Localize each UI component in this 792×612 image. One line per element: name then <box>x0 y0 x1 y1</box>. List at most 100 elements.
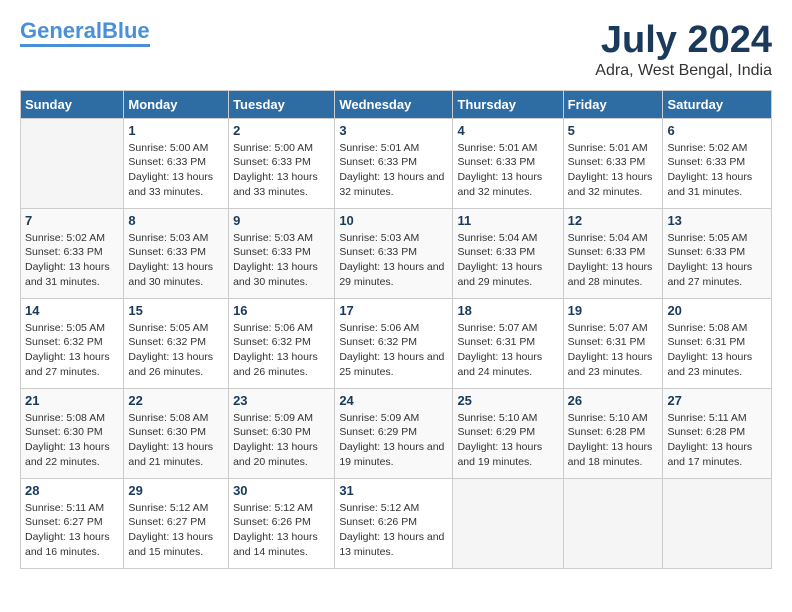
day-info: Sunrise: 5:09 AMSunset: 6:30 PMDaylight:… <box>233 411 330 470</box>
day-number: 21 <box>25 393 119 408</box>
calendar-cell: 2 Sunrise: 5:00 AMSunset: 6:33 PMDaylight… <box>229 118 335 208</box>
week-row-4: 21 Sunrise: 5:08 AMSunset: 6:30 PMDayligh… <box>21 388 772 478</box>
day-info: Sunrise: 5:11 AMSunset: 6:27 PMDaylight:… <box>25 501 119 560</box>
day-info: Sunrise: 5:04 AMSunset: 6:33 PMDaylight:… <box>568 231 659 290</box>
week-row-1: 1 Sunrise: 5:00 AMSunset: 6:33 PMDaylight… <box>21 118 772 208</box>
calendar-cell: 1 Sunrise: 5:00 AMSunset: 6:33 PMDaylight… <box>124 118 229 208</box>
day-number: 31 <box>339 483 448 498</box>
calendar-cell: 8 Sunrise: 5:03 AMSunset: 6:33 PMDaylight… <box>124 208 229 298</box>
day-number: 8 <box>128 213 224 228</box>
day-number: 13 <box>667 213 767 228</box>
header-row: SundayMondayTuesdayWednesdayThursdayFrid… <box>21 90 772 118</box>
calendar-cell: 14 Sunrise: 5:05 AMSunset: 6:32 PMDayligh… <box>21 298 124 388</box>
day-number: 11 <box>457 213 558 228</box>
day-info: Sunrise: 5:12 AMSunset: 6:27 PMDaylight:… <box>128 501 224 560</box>
day-number: 6 <box>667 123 767 138</box>
day-info: Sunrise: 5:10 AMSunset: 6:28 PMDaylight:… <box>568 411 659 470</box>
calendar-cell <box>453 478 563 568</box>
calendar-cell: 7Sunrise: 5:02 AMSunset: 6:33 PMDaylight… <box>21 208 124 298</box>
calendar-cell <box>21 118 124 208</box>
calendar-cell: 28 Sunrise: 5:11 AMSunset: 6:27 PMDayligh… <box>21 478 124 568</box>
calendar-cell: 3 Sunrise: 5:01 AMSunset: 6:33 PMDaylight… <box>335 118 453 208</box>
column-header-friday: Friday <box>563 90 663 118</box>
day-info: Sunrise: 5:04 AMSunset: 6:33 PMDaylight:… <box>457 231 558 290</box>
day-number: 19 <box>568 303 659 318</box>
page-header: GeneralBlue July 2024 Adra, West Bengal,… <box>20 20 772 80</box>
day-number: 20 <box>667 303 767 318</box>
day-info: Sunrise: 5:00 AMSunset: 6:33 PMDaylight:… <box>233 141 330 200</box>
day-info: Sunrise: 5:08 AMSunset: 6:31 PMDaylight:… <box>667 321 767 380</box>
location: Adra, West Bengal, India <box>595 62 772 80</box>
calendar-cell: 31 Sunrise: 5:12 AMSunset: 6:26 PMDayligh… <box>335 478 453 568</box>
day-info: Sunrise: 5:03 AMSunset: 6:33 PMDaylight:… <box>128 231 224 290</box>
month-year: July 2024 <box>595 20 772 62</box>
calendar-cell: 15Sunrise: 5:05 AMSunset: 6:32 PMDayligh… <box>124 298 229 388</box>
day-info: Sunrise: 5:05 AMSunset: 6:32 PMDaylight:… <box>25 321 119 380</box>
day-info: Sunrise: 5:05 AMSunset: 6:33 PMDaylight:… <box>667 231 767 290</box>
day-number: 23 <box>233 393 330 408</box>
day-info: Sunrise: 5:08 AMSunset: 6:30 PMDaylight:… <box>25 411 119 470</box>
day-number: 22 <box>128 393 224 408</box>
day-number: 14 <box>25 303 119 318</box>
calendar-cell: 9Sunrise: 5:03 AMSunset: 6:33 PMDaylight… <box>229 208 335 298</box>
day-number: 12 <box>568 213 659 228</box>
day-info: Sunrise: 5:01 AMSunset: 6:33 PMDaylight:… <box>339 141 448 200</box>
logo-blue: Blue <box>102 18 150 43</box>
day-info: Sunrise: 5:06 AMSunset: 6:32 PMDaylight:… <box>233 321 330 380</box>
day-number: 26 <box>568 393 659 408</box>
week-row-3: 14 Sunrise: 5:05 AMSunset: 6:32 PMDayligh… <box>21 298 772 388</box>
week-row-5: 28 Sunrise: 5:11 AMSunset: 6:27 PMDayligh… <box>21 478 772 568</box>
calendar-cell: 20 Sunrise: 5:08 AMSunset: 6:31 PMDayligh… <box>663 298 772 388</box>
column-header-saturday: Saturday <box>663 90 772 118</box>
day-number: 30 <box>233 483 330 498</box>
day-info: Sunrise: 5:12 AMSunset: 6:26 PMDaylight:… <box>233 501 330 560</box>
calendar-cell: 16 Sunrise: 5:06 AMSunset: 6:32 PMDayligh… <box>229 298 335 388</box>
day-info: Sunrise: 5:00 AMSunset: 6:33 PMDaylight:… <box>128 141 224 200</box>
calendar-cell <box>563 478 663 568</box>
calendar-cell: 22Sunrise: 5:08 AMSunset: 6:30 PMDayligh… <box>124 388 229 478</box>
calendar-cell: 25 Sunrise: 5:10 AMSunset: 6:29 PMDayligh… <box>453 388 563 478</box>
calendar-cell: 26 Sunrise: 5:10 AMSunset: 6:28 PMDayligh… <box>563 388 663 478</box>
day-number: 3 <box>339 123 448 138</box>
calendar-table: SundayMondayTuesdayWednesdayThursdayFrid… <box>20 90 772 569</box>
logo-text: GeneralBlue <box>20 20 150 42</box>
day-info: Sunrise: 5:03 AMSunset: 6:33 PMDaylight:… <box>339 231 448 290</box>
calendar-cell: 23 Sunrise: 5:09 AMSunset: 6:30 PMDayligh… <box>229 388 335 478</box>
day-number: 18 <box>457 303 558 318</box>
calendar-cell: 17Sunrise: 5:06 AMSunset: 6:32 PMDayligh… <box>335 298 453 388</box>
column-header-wednesday: Wednesday <box>335 90 453 118</box>
day-info: Sunrise: 5:11 AMSunset: 6:28 PMDaylight:… <box>667 411 767 470</box>
day-number: 15 <box>128 303 224 318</box>
day-number: 27 <box>667 393 767 408</box>
title-block: July 2024 Adra, West Bengal, India <box>595 20 772 80</box>
calendar-cell: 10Sunrise: 5:03 AMSunset: 6:33 PMDayligh… <box>335 208 453 298</box>
column-header-tuesday: Tuesday <box>229 90 335 118</box>
column-header-monday: Monday <box>124 90 229 118</box>
day-info: Sunrise: 5:12 AMSunset: 6:26 PMDaylight:… <box>339 501 448 560</box>
day-info: Sunrise: 5:09 AMSunset: 6:29 PMDaylight:… <box>339 411 448 470</box>
calendar-cell: 13 Sunrise: 5:05 AMSunset: 6:33 PMDayligh… <box>663 208 772 298</box>
day-number: 28 <box>25 483 119 498</box>
day-number: 2 <box>233 123 330 138</box>
calendar-cell: 27 Sunrise: 5:11 AMSunset: 6:28 PMDayligh… <box>663 388 772 478</box>
calendar-cell: 11 Sunrise: 5:04 AMSunset: 6:33 PMDayligh… <box>453 208 563 298</box>
day-info: Sunrise: 5:02 AMSunset: 6:33 PMDaylight:… <box>25 231 119 290</box>
day-info: Sunrise: 5:07 AMSunset: 6:31 PMDaylight:… <box>457 321 558 380</box>
day-number: 16 <box>233 303 330 318</box>
day-number: 1 <box>128 123 224 138</box>
calendar-cell: 29 Sunrise: 5:12 AMSunset: 6:27 PMDayligh… <box>124 478 229 568</box>
calendar-cell: 4Sunrise: 5:01 AMSunset: 6:33 PMDaylight… <box>453 118 563 208</box>
calendar-cell: 5Sunrise: 5:01 AMSunset: 6:33 PMDaylight… <box>563 118 663 208</box>
calendar-cell: 18 Sunrise: 5:07 AMSunset: 6:31 PMDayligh… <box>453 298 563 388</box>
day-number: 25 <box>457 393 558 408</box>
logo-underline <box>20 44 150 47</box>
day-number: 5 <box>568 123 659 138</box>
day-info: Sunrise: 5:10 AMSunset: 6:29 PMDaylight:… <box>457 411 558 470</box>
day-info: Sunrise: 5:03 AMSunset: 6:33 PMDaylight:… <box>233 231 330 290</box>
calendar-cell <box>663 478 772 568</box>
day-info: Sunrise: 5:06 AMSunset: 6:32 PMDaylight:… <box>339 321 448 380</box>
day-number: 4 <box>457 123 558 138</box>
week-row-2: 7Sunrise: 5:02 AMSunset: 6:33 PMDaylight… <box>21 208 772 298</box>
day-number: 24 <box>339 393 448 408</box>
day-number: 29 <box>128 483 224 498</box>
